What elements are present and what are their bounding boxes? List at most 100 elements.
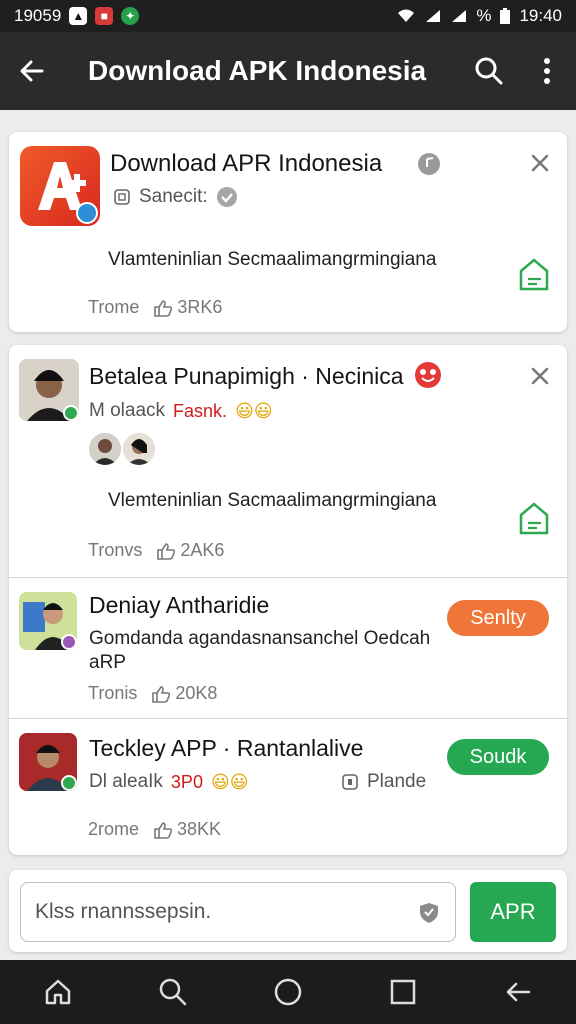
like-count-text: 2AK6 bbox=[180, 540, 225, 560]
item-body-line2: aRP bbox=[89, 652, 126, 673]
like-count[interactable]: 2AK6 bbox=[156, 540, 224, 561]
person-icon bbox=[123, 433, 155, 465]
card-meta: Trome 3RK6 bbox=[88, 297, 222, 318]
person-icon bbox=[89, 433, 121, 465]
app-notification-icon: ✦ bbox=[121, 7, 140, 25]
online-badge bbox=[61, 775, 77, 791]
like-count-text: 3RK6 bbox=[177, 297, 223, 317]
action-button[interactable]: Senlty bbox=[447, 600, 549, 636]
nav-search[interactable] bbox=[149, 968, 197, 1016]
battery-icon bbox=[500, 8, 511, 24]
item-meta: 2rome 38KK bbox=[88, 819, 221, 840]
participant-avatar bbox=[123, 433, 155, 465]
app-badge bbox=[76, 202, 98, 224]
signal-icon-2 bbox=[452, 10, 467, 22]
navigation-bar bbox=[0, 960, 576, 1024]
bookmark-home-icon bbox=[519, 258, 549, 291]
card-title: Download APR Indonesia bbox=[110, 150, 383, 177]
emoji-icon bbox=[415, 362, 441, 388]
item-extra: Plande bbox=[341, 771, 426, 793]
item-title: Deniay Antharidie bbox=[89, 592, 270, 618]
action-button[interactable]: Soudk bbox=[447, 739, 549, 775]
back-button[interactable] bbox=[0, 32, 64, 110]
lock-icon bbox=[342, 774, 358, 790]
item-body-line1: Gomdanda agandasnansanchel Oedcah bbox=[89, 628, 431, 649]
nav-back[interactable] bbox=[494, 968, 542, 1016]
status-left: 19059 ▲ ■ ✦ bbox=[14, 6, 140, 26]
item-title: Teckley APP · Rantanlalive bbox=[89, 735, 364, 761]
page-title: Download APK Indonesia bbox=[88, 55, 427, 86]
copy-icon bbox=[114, 189, 130, 205]
item-extra-text: Plande bbox=[367, 771, 427, 792]
more-options-button[interactable] bbox=[518, 32, 576, 110]
nav-circle[interactable] bbox=[264, 968, 312, 1016]
like-count-text: 38KK bbox=[177, 819, 222, 839]
meta-label: 2rome bbox=[88, 819, 140, 839]
warning-icon: ▲ bbox=[69, 7, 88, 25]
online-badge bbox=[63, 405, 79, 421]
thumbs-up-icon bbox=[152, 685, 171, 703]
square-icon bbox=[390, 979, 416, 1005]
close-icon bbox=[531, 154, 549, 172]
item-subtitle-text: Dl aleaIk bbox=[89, 771, 163, 792]
item-body: Vlemteninlian Sacmaalimangrmingiana bbox=[108, 490, 437, 511]
arrow-left-icon bbox=[20, 60, 44, 82]
list-item[interactable]: Teckley APP · Rantanlalive Dl aleaIk 3P0… bbox=[9, 719, 567, 855]
participant-avatar bbox=[89, 433, 121, 465]
item-subtitle: Dl aleaIk 3P0 😃😃 bbox=[89, 771, 248, 793]
meta-label: Tronvs bbox=[88, 540, 143, 560]
app-card[interactable]: Download APR Indonesia Sanecit: Vlamteni… bbox=[9, 132, 567, 332]
verified-icon bbox=[216, 187, 237, 207]
emoji-icon: 😃😃 bbox=[210, 771, 249, 792]
search-button[interactable] bbox=[460, 32, 518, 110]
close-button[interactable] bbox=[527, 363, 553, 389]
emoji-icon: 😃😃 bbox=[235, 400, 273, 421]
content-area: Download APR Indonesia Sanecit: Vlamteni… bbox=[0, 110, 576, 960]
nav-recents[interactable] bbox=[379, 968, 427, 1016]
list-item[interactable]: Deniay Antharidie Gomdanda agandasnansan… bbox=[9, 578, 567, 718]
nav-home[interactable] bbox=[34, 968, 82, 1016]
save-button[interactable] bbox=[517, 257, 551, 298]
card-body: Vlamteninlian Secmaalimangrmingiana bbox=[108, 249, 437, 270]
status-time-right: 19:40 bbox=[519, 6, 562, 25]
meta-label: Trome bbox=[88, 297, 140, 317]
composer: Klss rnannssepsin. APR bbox=[9, 870, 567, 952]
status-bar: 19059 ▲ ■ ✦ % 19:40 bbox=[0, 0, 576, 32]
list-item[interactable]: Betalea Punapimigh · Necinica M olaack F… bbox=[9, 345, 567, 577]
status-time-left: 19059 bbox=[14, 6, 62, 25]
item-title: Betalea Punapimigh · Necinica bbox=[89, 363, 404, 389]
music-icon bbox=[418, 153, 440, 175]
battery-percent: % bbox=[476, 6, 492, 25]
item-meta: Tronis 20K8 bbox=[88, 683, 217, 704]
back-arrow-icon bbox=[507, 982, 531, 1002]
thumbs-up-icon bbox=[154, 299, 173, 317]
thumbs-up-icon bbox=[154, 821, 173, 839]
item-subtitle-text: M olaack bbox=[89, 400, 166, 421]
bookmark-home-icon bbox=[519, 502, 549, 535]
meta-label: Tronis bbox=[88, 683, 138, 703]
search-icon bbox=[159, 978, 187, 1006]
card-subtitle-text: Sanecit: bbox=[139, 186, 208, 207]
status-right: % 19:40 bbox=[396, 6, 562, 26]
feed-card: Betalea Punapimigh · Necinica M olaack F… bbox=[9, 345, 567, 855]
like-count[interactable]: 38KK bbox=[153, 819, 221, 840]
card-subtitle: Sanecit: bbox=[113, 186, 238, 208]
more-vert-icon bbox=[544, 58, 550, 84]
like-count-text: 20K8 bbox=[175, 683, 218, 703]
wifi-icon bbox=[398, 9, 415, 22]
signal-icon bbox=[426, 10, 441, 22]
save-button[interactable] bbox=[517, 501, 551, 542]
item-tag: Fasnk. bbox=[173, 400, 228, 421]
status-badge bbox=[61, 634, 77, 650]
thumbs-up-icon bbox=[157, 542, 176, 560]
apr-button[interactable]: APR bbox=[470, 882, 556, 942]
close-icon bbox=[531, 367, 549, 385]
shield-icon[interactable] bbox=[417, 901, 441, 925]
circle-icon bbox=[274, 978, 302, 1006]
message-input[interactable]: Klss rnannssepsin. bbox=[20, 882, 456, 942]
like-count[interactable]: 20K8 bbox=[151, 683, 217, 704]
home-icon bbox=[45, 979, 70, 1005]
app-bar: Download APK Indonesia bbox=[0, 32, 576, 110]
like-count[interactable]: 3RK6 bbox=[153, 297, 222, 318]
close-button[interactable] bbox=[527, 150, 553, 176]
